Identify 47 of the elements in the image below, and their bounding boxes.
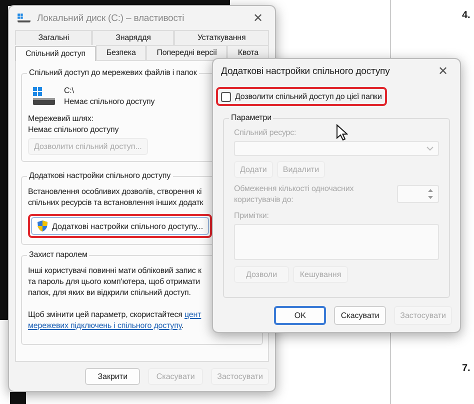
field-label: Обмеження кількості одночасних користувачів до: bbox=[234, 183, 355, 205]
cursor-icon bbox=[336, 124, 348, 141]
spinner-arrows-icon bbox=[427, 188, 434, 200]
field-label: Мережевий шлях: bbox=[28, 113, 94, 124]
window-title: Локальний диск (C:) – властивості bbox=[37, 12, 184, 24]
dark-background bbox=[10, 392, 26, 404]
description-line: Встановлення особливих дозволів, створення кі bbox=[28, 186, 202, 197]
tab[interactable]: Знаряддя bbox=[92, 30, 174, 45]
checkbox-label: Дозволити спільний доступ до цієї папки bbox=[235, 91, 382, 102]
group-heading: Додаткові настройки спільного доступу bbox=[27, 170, 172, 181]
drive-label: C:\ bbox=[64, 85, 74, 96]
button[interactable]: Скасувати bbox=[334, 306, 386, 325]
close-button[interactable]: ✕ bbox=[434, 65, 452, 77]
window-title: Додаткові настройки спільного доступу bbox=[221, 66, 390, 76]
shield-icon bbox=[37, 220, 48, 232]
sharing-status: Немає спільного доступу bbox=[64, 96, 155, 107]
button[interactable]: OK bbox=[274, 306, 326, 325]
close-button[interactable]: ✕ bbox=[249, 12, 267, 24]
description-line: папок, для яких ви відкрили спільний доступ. bbox=[28, 287, 191, 298]
dropdown[interactable] bbox=[234, 141, 439, 156]
tab[interactable]: Спільний доступ bbox=[15, 46, 96, 61]
description-line: та пароль для цього комп'ютера, щоб отримати bbox=[28, 276, 200, 287]
link[interactable]: мережевих підключень і спільного доступу bbox=[28, 321, 182, 330]
caret-icon bbox=[426, 146, 434, 151]
drive-icon bbox=[17, 13, 31, 23]
list-number: 7. bbox=[462, 363, 470, 374]
button[interactable]: Додаткові настройки спільного доступу... bbox=[31, 217, 210, 235]
tab[interactable]: Загальні bbox=[15, 30, 92, 45]
list-number: 4. bbox=[462, 10, 470, 21]
description-line: спільних ресурсів та встановлення інших додатк bbox=[28, 197, 204, 208]
punctuation: . bbox=[181, 321, 184, 330]
spinner-field[interactable] bbox=[397, 185, 439, 203]
field-label: Примітки: bbox=[234, 210, 269, 221]
group-heading: Спільний доступ до мережевих файлів і папок bbox=[27, 67, 199, 78]
link[interactable]: цент bbox=[184, 310, 202, 319]
tab[interactable]: Попередні версії bbox=[146, 45, 228, 60]
drive-icon bbox=[32, 86, 56, 106]
checkbox[interactable] bbox=[221, 92, 231, 102]
description-text: Щоб змінити цей параметр, скористайтеся bbox=[28, 310, 184, 319]
tab[interactable]: Устаткування bbox=[174, 30, 269, 45]
group-heading: Захист паролем bbox=[27, 249, 90, 260]
button[interactable]: Закрити bbox=[85, 368, 140, 385]
group-heading: Параметри bbox=[229, 112, 274, 123]
tab[interactable]: Безпека bbox=[96, 45, 146, 60]
field-label: Спільний ресурс: bbox=[234, 127, 296, 138]
field-value: Немає спільного доступу bbox=[28, 124, 119, 135]
description-line: Інші користувачі повинні мати обліковий запис к bbox=[28, 265, 202, 276]
